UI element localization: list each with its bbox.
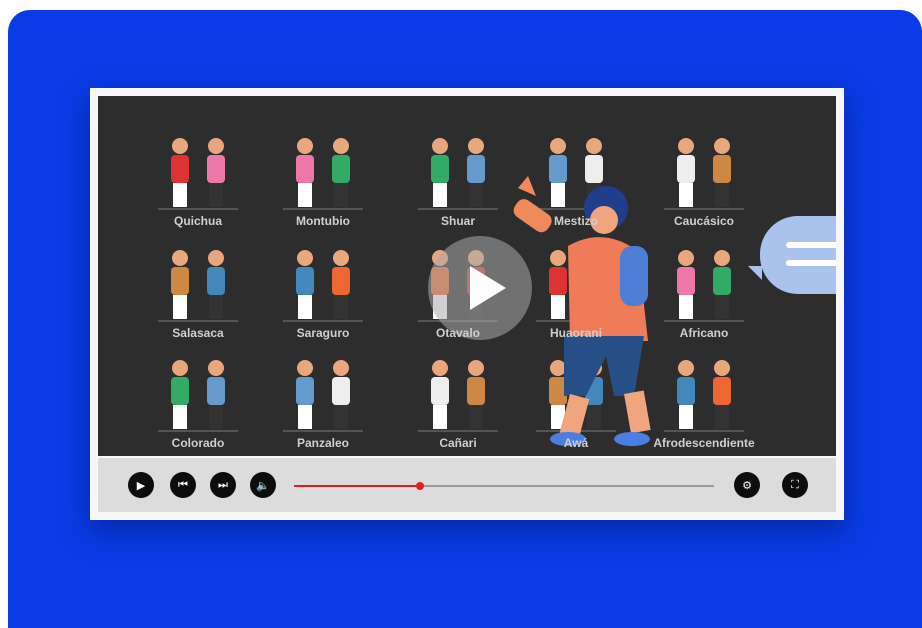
play-icon: ▶ (136, 479, 146, 492)
group-label: Afrodescendiente (653, 436, 755, 450)
person-figure (713, 138, 731, 207)
person-figure (332, 250, 350, 319)
group-label: Colorado (171, 436, 225, 450)
group-label: Saraguro (296, 326, 350, 340)
video-player: Quichua Montubio Shuar Mestizo Caucásico Sala… (90, 88, 844, 520)
person-figure (171, 360, 189, 429)
group-label: Montubio (296, 214, 350, 228)
control-bar: ▶ ⏮ ⏭ 🔈 ⚙ ⛶ (98, 458, 836, 512)
group-label: Awá (563, 436, 589, 450)
person-figure (207, 360, 225, 429)
person-figure (431, 360, 449, 429)
group-label: Panzaleo (296, 436, 350, 450)
group-label: Mestizo (553, 214, 598, 228)
fullscreen-button[interactable]: ⛶ (782, 472, 808, 498)
person-figure (467, 360, 485, 429)
skip-previous-icon: ⏮ (178, 478, 188, 491)
person-figure (296, 138, 314, 207)
person-figure (549, 138, 567, 207)
gear-icon: ⚙ (742, 479, 752, 492)
person-figure (677, 250, 695, 319)
progress-track[interactable] (294, 482, 714, 490)
person-figure (549, 250, 567, 319)
previous-button[interactable]: ⏮ (170, 472, 196, 498)
person-figure (207, 250, 225, 319)
play-icon (470, 266, 506, 310)
video-screen[interactable]: Quichua Montubio Shuar Mestizo Caucásico Sala… (98, 96, 836, 456)
speech-bubble (748, 216, 836, 294)
person-figure (332, 360, 350, 429)
big-play-button[interactable] (428, 236, 532, 340)
person-figure (677, 138, 695, 207)
person-figure (171, 138, 189, 207)
ground-line (664, 208, 744, 210)
next-button[interactable]: ⏭ (210, 472, 236, 498)
ground-line (418, 208, 498, 210)
ground-line (418, 430, 498, 432)
progress-fill (294, 485, 420, 487)
play-button[interactable]: ▶ (128, 472, 154, 498)
ground-line (283, 208, 363, 210)
ground-line (158, 320, 238, 322)
person-figure (296, 250, 314, 319)
person-figure (713, 250, 731, 319)
person-figure (677, 360, 695, 429)
ground-line (664, 430, 744, 432)
person-figure (171, 250, 189, 319)
fullscreen-icon: ⛶ (791, 478, 799, 491)
ground-line (283, 320, 363, 322)
group-label: Quichua (173, 214, 222, 228)
ground-line (283, 430, 363, 432)
group-label: Africano (679, 326, 729, 340)
group-label: Shuar (440, 214, 475, 228)
group-label: Otavalo (435, 326, 480, 340)
person-figure (332, 138, 350, 207)
ground-line (664, 320, 744, 322)
progress-handle[interactable] (416, 482, 424, 490)
volume-button[interactable]: 🔈 (250, 472, 276, 498)
person-figure (467, 138, 485, 207)
person-figure (207, 138, 225, 207)
group-label: Huaorani (549, 326, 602, 340)
group-label: Salasaca (172, 326, 224, 340)
volume-icon: 🔈 (256, 479, 270, 492)
group-label: Cañari (439, 436, 477, 450)
skip-next-icon: ⏭ (218, 478, 228, 491)
person-figure (713, 360, 731, 429)
settings-button[interactable]: ⚙ (734, 472, 760, 498)
person-figure (431, 138, 449, 207)
group-label: Caucásico (673, 214, 735, 228)
ground-line (158, 208, 238, 210)
person-figure (296, 360, 314, 429)
ground-line (158, 430, 238, 432)
